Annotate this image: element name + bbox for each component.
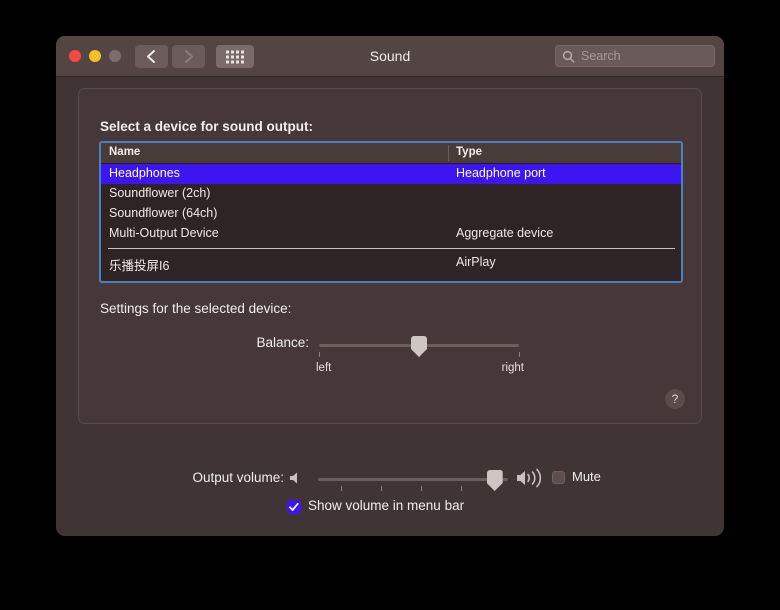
- checkmark-icon: [289, 502, 299, 511]
- output-volume-track[interactable]: [318, 478, 508, 481]
- search-input[interactable]: [581, 46, 711, 66]
- balance-slider[interactable]: left right: [316, 336, 524, 374]
- mute-label[interactable]: Mute: [572, 469, 601, 484]
- device-list-label: Select a device for sound output:: [100, 119, 314, 134]
- search-icon: [562, 50, 575, 63]
- device-name: 乐播投屏I6: [109, 259, 170, 273]
- table-row[interactable]: 乐播投屏I6 AirPlay: [101, 253, 681, 273]
- table-header-row: Name Type: [101, 143, 681, 164]
- device-name: Soundflower (64ch): [109, 206, 218, 220]
- output-volume-row: Output volume: Mute: [56, 464, 724, 494]
- table-group-separator: [108, 248, 675, 249]
- device-name: Headphones: [109, 166, 180, 180]
- column-header-type[interactable]: Type: [456, 146, 482, 158]
- show-volume-row: Show volume in menu bar: [56, 496, 724, 520]
- table-row[interactable]: Soundflower (2ch): [101, 184, 681, 204]
- search-field[interactable]: [555, 45, 715, 67]
- window-titlebar: Sound: [56, 36, 724, 77]
- device-table[interactable]: Name Type Headphones Headphone port Soun…: [99, 141, 683, 283]
- table-row[interactable]: Headphones Headphone port: [101, 164, 681, 184]
- balance-left-label: left: [316, 362, 332, 374]
- speaker-quiet-icon: [290, 472, 297, 484]
- table-row[interactable]: Multi-Output Device Aggregate device: [101, 224, 681, 244]
- show-volume-label[interactable]: Show volume in menu bar: [308, 498, 464, 513]
- help-button[interactable]: ?: [665, 389, 685, 409]
- settings-label: Settings for the selected device:: [100, 301, 292, 316]
- sound-preferences-window: Sound Sound Effects Output Input Select …: [56, 36, 724, 536]
- output-volume-slider[interactable]: [318, 470, 508, 494]
- device-name: Soundflower (2ch): [109, 186, 211, 200]
- balance-right-label: right: [501, 362, 524, 374]
- table-row[interactable]: Soundflower (64ch): [101, 204, 681, 224]
- output-settings-panel: Select a device for sound output: Name T…: [78, 88, 702, 424]
- device-type: Headphone port: [456, 166, 546, 180]
- output-volume-ticks: [318, 486, 508, 492]
- device-type: AirPlay: [456, 255, 496, 269]
- show-volume-checkbox[interactable]: [287, 500, 301, 514]
- mute-checkbox[interactable]: [552, 471, 565, 484]
- balance-label: Balance:: [256, 335, 309, 350]
- column-divider[interactable]: [448, 145, 449, 161]
- device-name: Multi-Output Device: [109, 226, 219, 240]
- output-volume-label: Output volume:: [192, 470, 284, 485]
- device-type: Aggregate device: [456, 226, 554, 240]
- speaker-loud-icon: [517, 468, 542, 488]
- column-header-name[interactable]: Name: [109, 146, 140, 158]
